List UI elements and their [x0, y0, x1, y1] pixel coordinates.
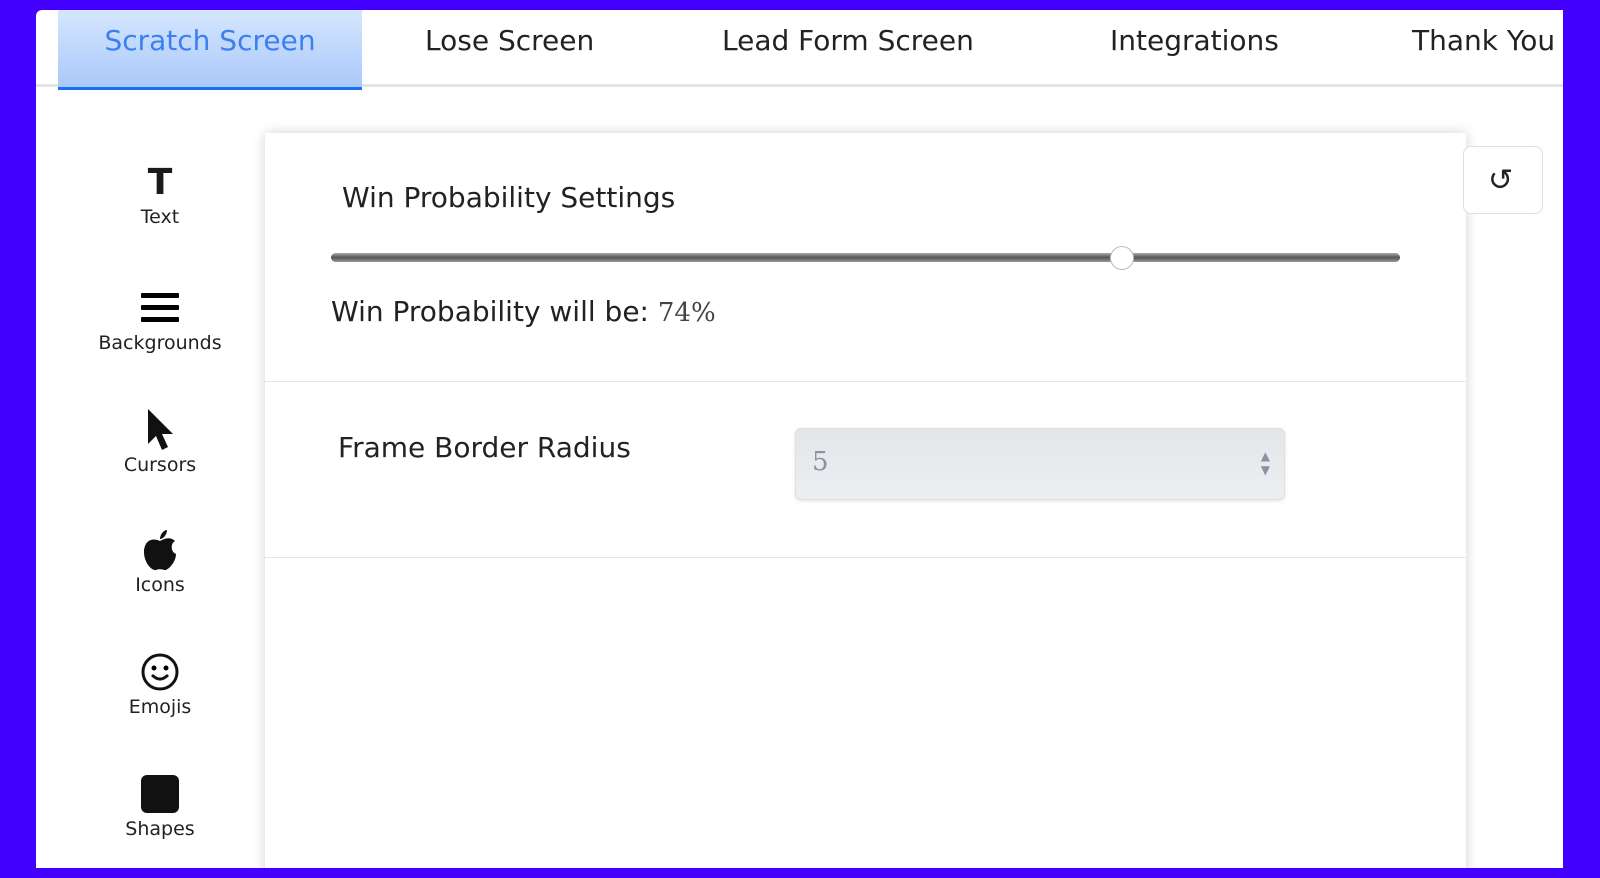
sidebar-item-label: Emojis	[128, 696, 192, 718]
sidebar-item-label: Backgrounds	[98, 332, 222, 354]
select-value: 5	[812, 447, 829, 477]
tab-lead-form-screen[interactable]: Lead Form Screen	[722, 10, 974, 87]
menu-icon	[90, 286, 230, 330]
sidebar-item-label: Cursors	[123, 454, 197, 476]
tab-scratch-screen[interactable]: Scratch Screen	[58, 10, 362, 90]
up-down-arrows-icon: ▲ ▼	[1260, 449, 1270, 477]
sidebar-item-label: Text	[140, 206, 180, 228]
border-radius-label: Frame Border Radius	[338, 431, 631, 464]
probability-readout: Win Probability will be: 74%	[331, 295, 716, 328]
win-probability-slider[interactable]	[331, 253, 1400, 262]
sidebar-item-label: Icons	[135, 574, 185, 596]
tab-bar: Scratch Screen Lose Screen Lead Form Scr…	[36, 10, 1563, 90]
square-icon	[90, 772, 230, 816]
divider	[265, 381, 1466, 382]
tab-integrations[interactable]: Integrations	[1110, 10, 1279, 87]
section-title: Win Probability Settings	[342, 181, 676, 214]
sidebar-item-backgrounds[interactable]: Backgrounds	[90, 286, 230, 354]
reset-button[interactable]: ↺	[1463, 146, 1543, 214]
tab-lose-screen[interactable]: Lose Screen	[425, 10, 594, 87]
border-radius-select[interactable]: 5 ▲ ▼	[795, 428, 1285, 500]
slider-thumb[interactable]	[1110, 246, 1135, 270]
undo-icon: ↺	[1488, 162, 1514, 198]
tab-thank-you[interactable]: Thank You	[1412, 10, 1555, 87]
sidebar-item-shapes[interactable]: Shapes	[90, 772, 230, 840]
smiley-icon	[90, 650, 230, 694]
probability-label: Win Probability will be:	[331, 295, 649, 328]
sidebar-item-label: Shapes	[125, 818, 195, 840]
apple-icon	[90, 528, 230, 572]
sidebar-item-text[interactable]: T Text	[90, 160, 230, 229]
sidebar-item-cursors[interactable]: Cursors	[90, 408, 230, 476]
cursor-icon	[90, 408, 230, 452]
sidebar-item-icons[interactable]: Icons	[90, 528, 230, 596]
text-icon: T	[147, 161, 173, 203]
app-frame: Scratch Screen Lose Screen Lead Form Scr…	[36, 10, 1563, 868]
sidebar-item-emojis[interactable]: Emojis	[90, 650, 230, 718]
divider	[265, 557, 1466, 558]
probability-value: 74%	[657, 298, 716, 328]
settings-panel: Win Probability Settings Win Probability…	[265, 133, 1466, 868]
